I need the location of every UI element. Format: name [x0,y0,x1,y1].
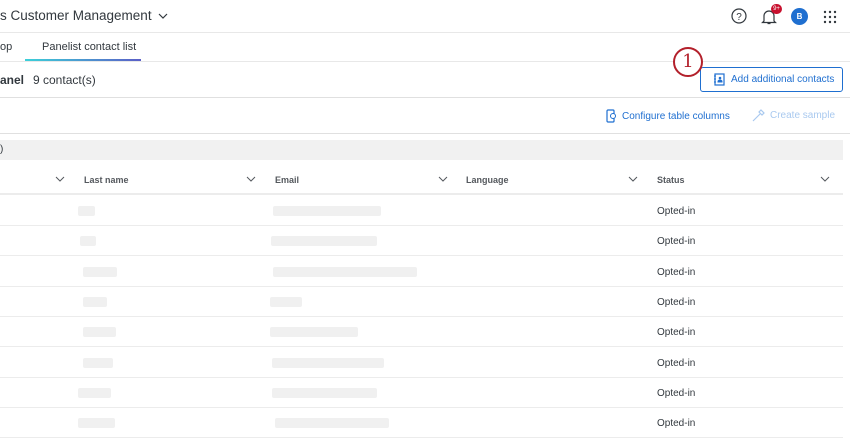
table-header: Last name Email Language Status [0,165,843,195]
redacted-last-name [83,327,116,338]
table-row[interactable]: Opted-in [0,408,843,438]
active-tab-indicator [25,59,141,61]
redacted-last-name [78,206,95,216]
chevron-down-icon[interactable] [820,174,830,184]
redacted-email [272,387,377,398]
tab-panelist-contact-list[interactable]: Panelist contact list [42,41,136,53]
table-row[interactable]: Opted-in [0,257,843,287]
table-row[interactable]: Opted-in [0,317,843,348]
chevron-down-icon[interactable] [246,174,256,184]
tab-previous[interactable]: op [0,41,12,53]
status-cell: Opted-in [657,327,696,339]
status-cell: Opted-in [657,296,696,308]
column-language[interactable]: Language [466,175,509,185]
top-bar: s Customer Management ? 9+ B [0,0,850,33]
tab-bar: op Panelist contact list [0,33,850,62]
add-contacts-label: Add additional contacts [731,74,835,85]
redacted-last-name [83,266,117,277]
redacted-last-name [78,418,115,429]
column-status[interactable]: Status [657,175,685,185]
status-cell: Opted-in [657,418,696,430]
create-sample-button[interactable]: Create sample [752,109,835,122]
band-label: ) [0,144,4,155]
status-cell: Opted-in [657,357,696,369]
help-icon[interactable]: ? [731,8,747,24]
redacted-email [275,418,389,429]
panel-name: anel [0,73,25,87]
redacted-last-name [78,387,111,398]
table-row[interactable]: Opted-in [0,378,843,408]
project-title: s Customer Management [0,8,152,23]
table-row[interactable]: Opted-in [0,287,843,317]
create-sample-label: Create sample [770,110,836,121]
add-additional-contacts-button[interactable]: Add additional contacts [700,67,843,92]
status-cell: Opted-in [657,266,696,278]
configure-columns-icon [606,109,616,123]
project-title-dropdown[interactable]: s Customer Management [0,8,168,23]
status-cell: Opted-in [657,206,696,217]
column-last-name[interactable]: Last name [84,175,129,185]
table-toolbar: Configure table columns Create sample [0,98,850,134]
redacted-last-name [80,236,96,247]
redacted-email [271,236,377,247]
app-grid-icon[interactable] [823,10,837,24]
address-book-icon [714,73,725,86]
selection-band: ) [0,140,843,160]
contact-count: 9 contact(s) [33,73,96,87]
table-row[interactable]: Opted-in [0,196,843,226]
pipette-icon [752,109,765,122]
status-cell: Opted-in [657,236,696,248]
redacted-email [272,357,384,368]
redacted-email [273,266,417,277]
chevron-down-icon[interactable] [55,174,65,184]
redacted-email [270,327,358,338]
chevron-down-icon[interactable] [438,174,448,184]
redacted-last-name [83,296,107,307]
redacted-last-name [83,357,113,368]
table-row[interactable]: Opted-in [0,348,843,378]
table-row[interactable]: Opted-in [0,226,843,257]
column-email[interactable]: Email [275,175,299,185]
redacted-email [273,206,381,216]
avatar[interactable]: B [791,8,808,25]
notification-badge: 9+ [771,4,782,14]
configure-table-columns-button[interactable]: Configure table columns [606,109,730,123]
status-cell: Opted-in [657,387,696,399]
chevron-down-icon[interactable] [628,174,638,184]
svg-text:?: ? [736,12,742,23]
chevron-down-icon [158,13,168,19]
annotation-step-marker: 1 [673,47,703,77]
configure-columns-label: Configure table columns [622,110,730,122]
redacted-email [270,296,302,307]
